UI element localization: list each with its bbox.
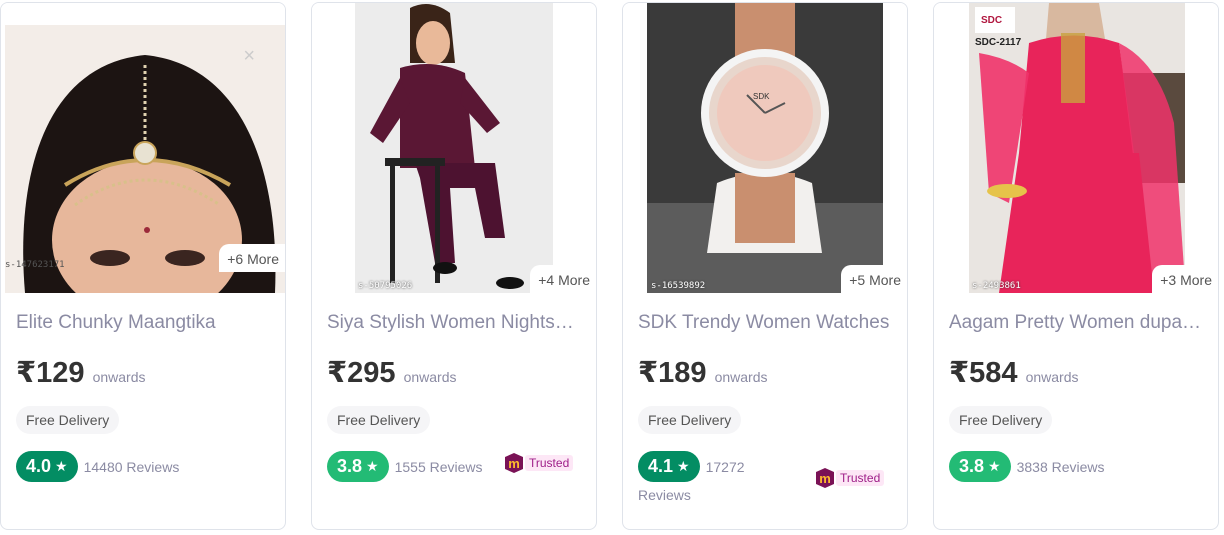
price-onwards: onwards	[92, 369, 146, 385]
free-delivery-tag: Free Delivery	[16, 406, 120, 434]
product-title[interactable]: Elite Chunky Maangtika	[16, 312, 272, 334]
review-count: 17272	[705, 458, 745, 475]
more-variants-badge[interactable]: +5 More	[841, 265, 907, 293]
product-price: ₹129	[16, 357, 85, 389]
trusted-label: Trusted	[836, 470, 885, 486]
free-delivery-tag: Free Delivery	[949, 406, 1053, 434]
rating-value: 3.8	[959, 456, 985, 476]
rating-row: 3.8 ★ 1555 Reviews	[327, 451, 483, 482]
meesho-m-icon: m	[505, 453, 523, 473]
product-card[interactable]: SDK s-16539892 +5 More SDK Trendy Women …	[622, 2, 908, 530]
review-count: 14480 Reviews	[83, 458, 180, 475]
more-variants-badge[interactable]: +4 More	[530, 265, 596, 293]
product-image[interactable]	[355, 3, 553, 293]
review-count-suffix: Reviews	[638, 487, 691, 503]
rating-value: 3.8	[337, 456, 363, 476]
product-title[interactable]: Siya Stylish Women Nightsuits	[327, 312, 583, 334]
image-code-text: SDC-2117	[975, 37, 1022, 48]
rating-badge: 3.8 ★	[949, 451, 1011, 482]
product-image-area[interactable]: × s-147623171 +6 More	[1, 3, 285, 293]
product-price: ₹295	[327, 357, 396, 389]
more-variants-badge[interactable]: +6 More	[219, 244, 285, 272]
product-image-area[interactable]: s-50795026 +4 More	[312, 3, 596, 293]
rating-badge: 4.0 ★	[16, 451, 78, 482]
free-delivery-tag: Free Delivery	[638, 406, 742, 434]
price-onwards: onwards	[714, 369, 768, 385]
product-image-area[interactable]: SDK s-16539892 +5 More	[623, 3, 907, 293]
rating-value: 4.0	[26, 456, 52, 476]
star-icon: ★	[988, 458, 1001, 474]
trusted-badge: m Trusted	[505, 453, 574, 473]
price-row: ₹295 onwards	[327, 355, 457, 390]
star-icon: ★	[677, 458, 690, 474]
price-onwards: onwards	[1025, 369, 1079, 385]
rating-badge: 3.8 ★	[327, 451, 389, 482]
product-grid: × s-147623171 +6 More Elite Chunky Maang…	[0, 0, 1224, 535]
svg-text:SDK: SDK	[753, 92, 770, 101]
product-price: ₹584	[949, 357, 1018, 389]
product-title[interactable]: Aagam Pretty Women dupattas	[949, 312, 1205, 334]
product-card[interactable]: s-50795026 +4 More Siya Stylish Women Ni…	[311, 2, 597, 530]
price-onwards: onwards	[403, 369, 457, 385]
price-row: ₹189 onwards	[638, 355, 768, 390]
product-price: ₹189	[638, 357, 707, 389]
rating-row: 4.0 ★ 14480 Reviews	[16, 451, 179, 482]
product-image-area[interactable]: SDC SDC-2117 s-2493861 +3 More	[934, 3, 1218, 293]
image-brand-text: SDC	[981, 15, 1002, 26]
trusted-badge: m Trusted	[816, 468, 885, 488]
price-row: ₹129 onwards	[16, 355, 146, 390]
sku-label: s-50795026	[358, 281, 413, 291]
product-card[interactable]: × s-147623171 +6 More Elite Chunky Maang…	[0, 2, 286, 530]
star-icon: ★	[55, 458, 68, 474]
rating-value: 4.1	[648, 456, 674, 476]
sku-label: s-2493861	[972, 281, 1021, 291]
trusted-label: Trusted	[525, 455, 574, 471]
review-count: 1555 Reviews	[394, 458, 483, 475]
product-image[interactable]: SDC SDC-2117	[969, 3, 1185, 293]
rating-row: 4.1 ★ 17272	[638, 451, 745, 482]
sku-label: s-147623171	[5, 260, 65, 270]
more-variants-badge[interactable]: +3 More	[1152, 265, 1218, 293]
product-image[interactable]: SDK	[647, 3, 883, 293]
rating-row: 3.8 ★ 3838 Reviews	[949, 451, 1105, 482]
close-icon: ×	[243, 45, 255, 67]
product-title[interactable]: SDK Trendy Women Watches	[638, 312, 894, 334]
free-delivery-tag: Free Delivery	[327, 406, 431, 434]
rating-badge: 4.1 ★	[638, 451, 700, 482]
price-row: ₹584 onwards	[949, 355, 1079, 390]
meesho-m-icon: m	[816, 468, 834, 488]
product-card[interactable]: SDC SDC-2117 s-2493861 +3 More Aagam Pre…	[933, 2, 1219, 530]
sku-label: s-16539892	[651, 281, 706, 291]
star-icon: ★	[366, 458, 379, 474]
review-count: 3838 Reviews	[1016, 458, 1105, 475]
